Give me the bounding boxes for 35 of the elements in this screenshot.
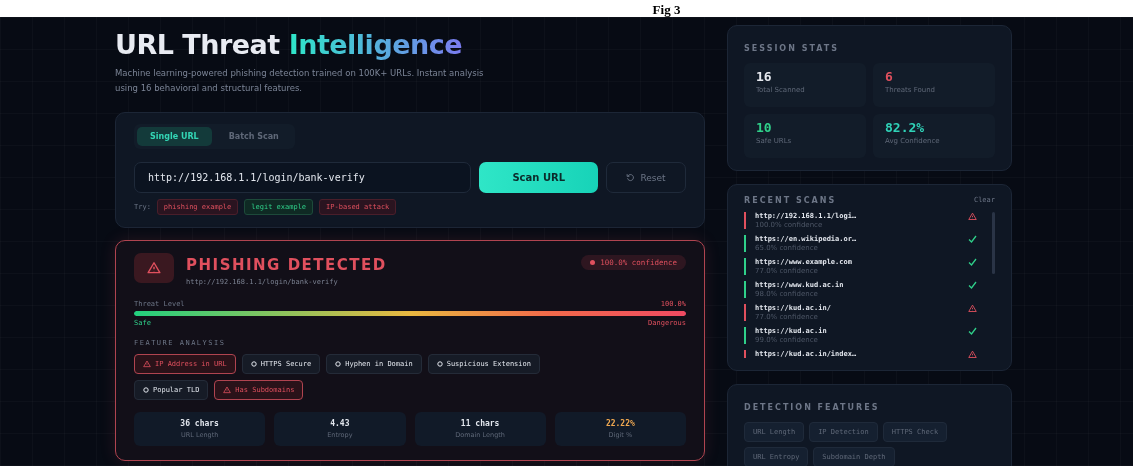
circle-icon xyxy=(250,361,257,367)
url-input-field[interactable]: http://192.168.1.1/login/bank-verify xyxy=(134,162,472,193)
page-subtitle: Machine learning-powered phishing detection trained on 100K+ URLs. Instant analysis using 16 behavioral and structural features. xyxy=(115,67,485,95)
reset-button[interactable]: Reset xyxy=(606,162,686,193)
warning-icon xyxy=(968,304,977,313)
figure-caption: Fig 3 xyxy=(652,2,681,17)
scan-button[interactable]: Scan URL xyxy=(479,162,599,193)
scrollbar[interactable] xyxy=(992,212,995,274)
stat-value: 16 xyxy=(756,69,773,84)
warning-icon xyxy=(147,261,161,275)
status-dot-icon xyxy=(590,260,596,265)
check-icon xyxy=(968,235,977,243)
verdict-title: PHISHING DETECTED xyxy=(186,256,388,274)
check-icon xyxy=(968,327,977,335)
metric-value: 4.43 xyxy=(330,419,350,428)
metric-value: 22.22% xyxy=(605,419,635,428)
circle-icon xyxy=(143,387,149,393)
check-icon xyxy=(968,258,977,266)
circle-icon xyxy=(436,361,443,367)
reset-icon xyxy=(626,173,636,182)
stat-value: 10 xyxy=(756,120,773,135)
warning-icon xyxy=(968,212,977,221)
circle-icon xyxy=(335,361,342,367)
mode-tab[interactable]: Single URL xyxy=(137,127,212,146)
check-icon xyxy=(968,281,977,289)
warning-icon xyxy=(968,350,977,358)
panel-title: DETECTION FEATURES xyxy=(744,403,880,412)
stat-value: 6 xyxy=(885,69,894,84)
metric-value: 11 chars xyxy=(460,419,500,428)
warning-icon xyxy=(223,386,232,394)
panel-title: RECENT SCANS xyxy=(744,196,837,205)
metric-value: 36 chars xyxy=(180,419,219,428)
warning-icon xyxy=(143,360,151,368)
stat-value: 82.2% xyxy=(885,120,926,135)
panel-title: SESSION STATS xyxy=(744,44,840,53)
